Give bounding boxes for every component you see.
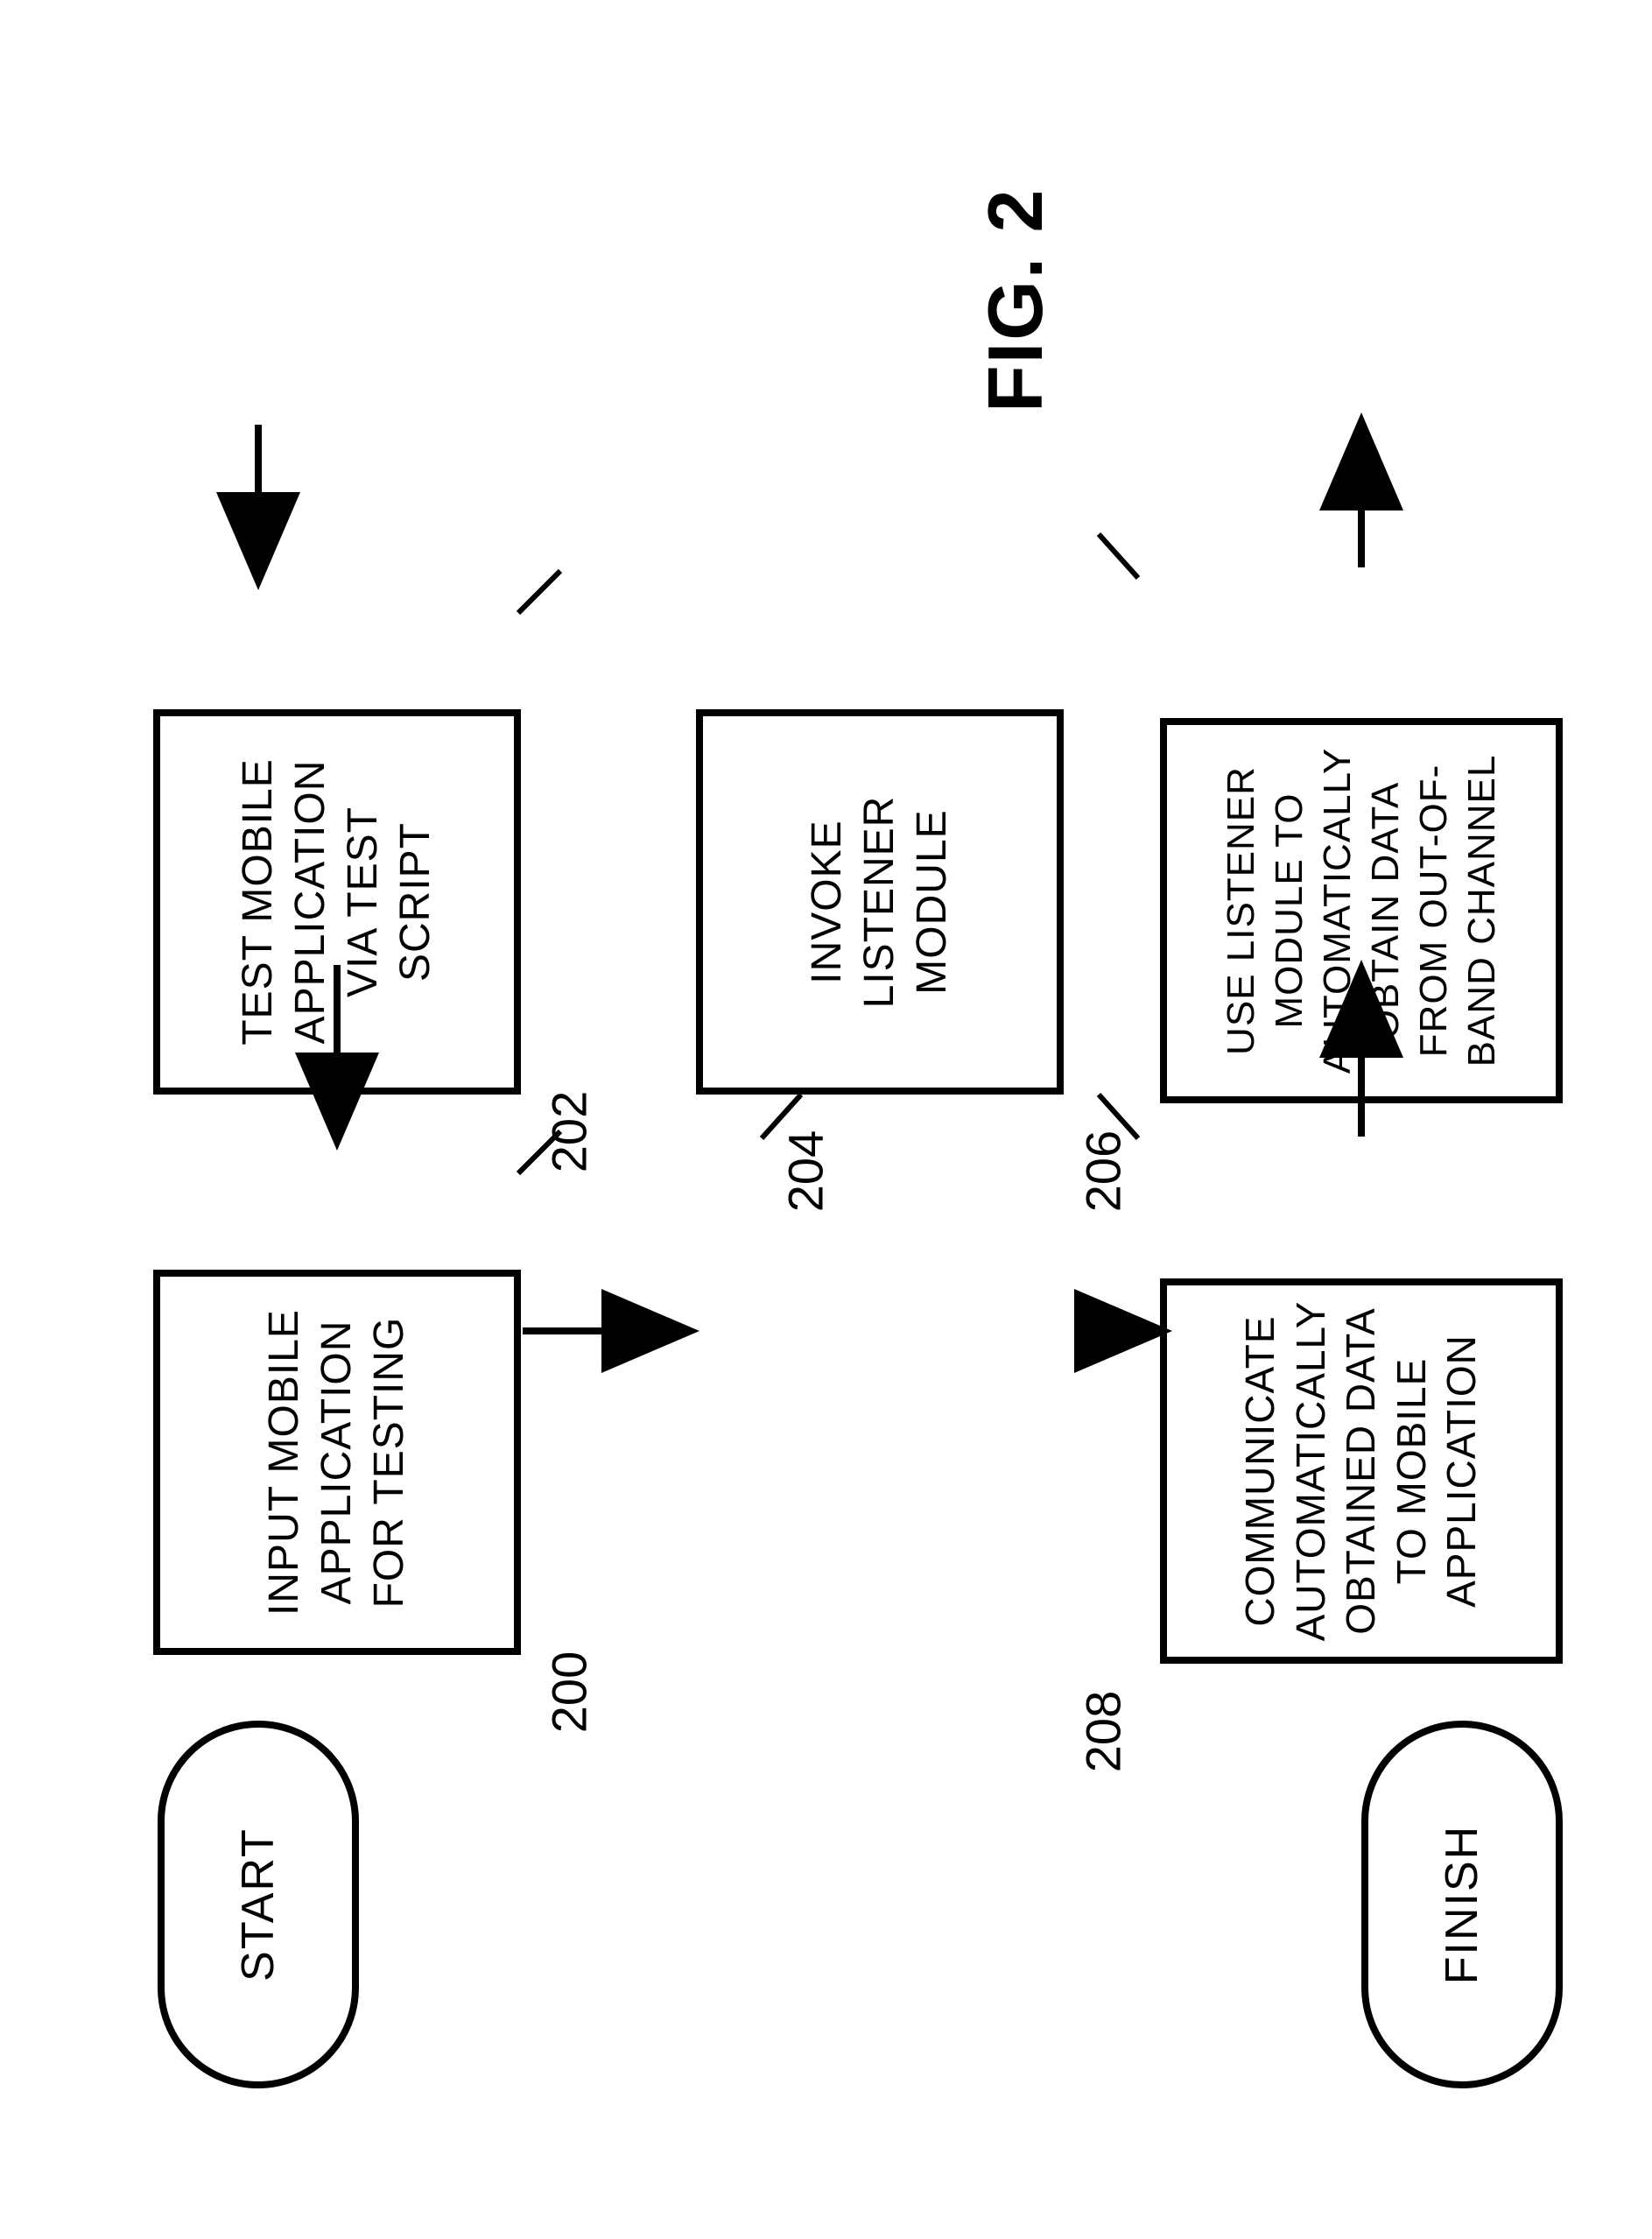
process-208-text: COMMUNICATE AUTOMATICALLY OBTAINED DATA … bbox=[1235, 1294, 1487, 1648]
process-208: COMMUNICATE AUTOMATICALLY OBTAINED DATA … bbox=[1160, 1278, 1563, 1664]
process-200: INPUT MOBILE APPLICATION FOR TESTING bbox=[153, 1270, 521, 1655]
process-206: USE LISTENER MODULE TO AUTOMATICALLY OBT… bbox=[1160, 718, 1563, 1103]
ref-206: 206 bbox=[1075, 1119, 1132, 1224]
process-204: INVOKE LISTENER MODULE bbox=[696, 709, 1064, 1095]
flowchart-canvas: START INPUT MOBILE APPLICATION FOR TESTI… bbox=[0, 0, 1652, 2239]
start-label: START bbox=[232, 1827, 285, 1982]
process-200-text: INPUT MOBILE APPLICATION FOR TESTING bbox=[258, 1285, 416, 1639]
start-terminator: START bbox=[158, 1721, 359, 2088]
process-206-text: USE LISTENER MODULE TO AUTOMATICALLY OBT… bbox=[1217, 734, 1506, 1088]
ref-202: 202 bbox=[541, 1080, 598, 1185]
figure-label: FIG. 2 bbox=[971, 62, 1060, 412]
finish-label: FINISH bbox=[1436, 1825, 1488, 1984]
ref-208: 208 bbox=[1075, 1679, 1132, 1785]
process-202: TEST MOBILE APPLICATION VIA TEST SCRIPT bbox=[153, 709, 521, 1095]
ref-200: 200 bbox=[541, 1640, 598, 1745]
finish-terminator: FINISH bbox=[1361, 1721, 1563, 2088]
ref-204: 204 bbox=[777, 1119, 834, 1224]
process-204-text: INVOKE LISTENER MODULE bbox=[801, 725, 959, 1079]
process-202-text: TEST MOBILE APPLICATION VIA TEST SCRIPT bbox=[232, 725, 442, 1079]
